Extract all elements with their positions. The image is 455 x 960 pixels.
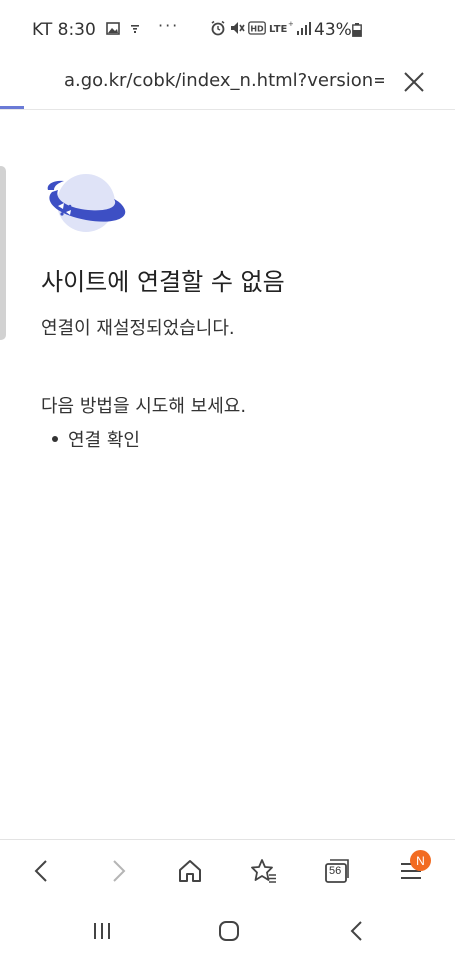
load-progress-indicator <box>0 106 24 109</box>
system-nav-bar <box>0 900 455 960</box>
svg-text:LTE: LTE <box>269 24 288 35</box>
svg-text:+: + <box>288 20 293 28</box>
mute-icon <box>231 22 245 34</box>
hd-icon: HD <box>248 21 266 35</box>
more-notifications-icon: ··· <box>158 16 180 35</box>
tab-count: 56 <box>329 865 342 877</box>
forward-icon <box>113 860 126 882</box>
back-nav-icon <box>350 921 362 941</box>
back-button[interactable] <box>25 854 59 888</box>
back-nav-button[interactable] <box>342 916 372 946</box>
recent-apps-button[interactable] <box>87 916 117 946</box>
notification-badge: N <box>410 850 431 871</box>
carrier-time: KT 8:30 <box>32 20 96 40</box>
suggestion-heading: 다음 방법을 시도해 보세요. <box>41 396 247 417</box>
home-icon <box>179 860 201 882</box>
status-left-icons <box>106 22 140 35</box>
suggestion-text: 연결 확인 <box>68 430 140 451</box>
home-button[interactable] <box>173 854 207 888</box>
tabs-button[interactable]: 56 <box>320 854 354 888</box>
svg-text:HD: HD <box>250 25 264 34</box>
status-right-icons: HD LTE + <box>210 20 312 36</box>
alarm-icon <box>211 20 225 36</box>
signal-dots-icon <box>131 24 139 33</box>
close-icon <box>404 72 424 92</box>
home-nav-button[interactable] <box>214 916 244 946</box>
status-bar: KT 8:30 ··· HD LTE + 43% <box>0 0 455 60</box>
bookmarks-button[interactable] <box>247 854 281 888</box>
home-nav-icon <box>219 921 239 941</box>
bookmark-star-icon <box>251 859 276 883</box>
close-button[interactable] <box>400 68 428 96</box>
url-bar[interactable]: a.go.kr/cobk/index_n.html?version=2 <box>0 60 455 110</box>
lte-icon: LTE + <box>269 20 293 35</box>
battery-icon <box>352 23 362 37</box>
clock-time: 8:30 <box>57 20 96 40</box>
error-description: 연결이 재설정되었습니다. <box>41 318 235 339</box>
edge-panel-handle[interactable] <box>0 166 6 340</box>
error-title: 사이트에 연결할 수 없음 <box>41 268 285 296</box>
carrier-label: KT <box>32 20 53 40</box>
signal-icon <box>297 22 311 35</box>
battery-percent: 43% <box>314 20 352 40</box>
suggestion-list: 연결 확인 <box>52 426 140 452</box>
list-item: 연결 확인 <box>52 426 140 452</box>
browser-toolbar: 56 N <box>0 839 455 899</box>
image-icon <box>106 22 120 35</box>
planet-icon <box>47 174 126 232</box>
recent-apps-icon <box>94 923 110 939</box>
back-icon <box>34 860 47 882</box>
forward-button[interactable] <box>101 854 135 888</box>
bullet-icon <box>52 436 58 442</box>
url-text[interactable]: a.go.kr/cobk/index_n.html?version=2 <box>64 70 384 91</box>
